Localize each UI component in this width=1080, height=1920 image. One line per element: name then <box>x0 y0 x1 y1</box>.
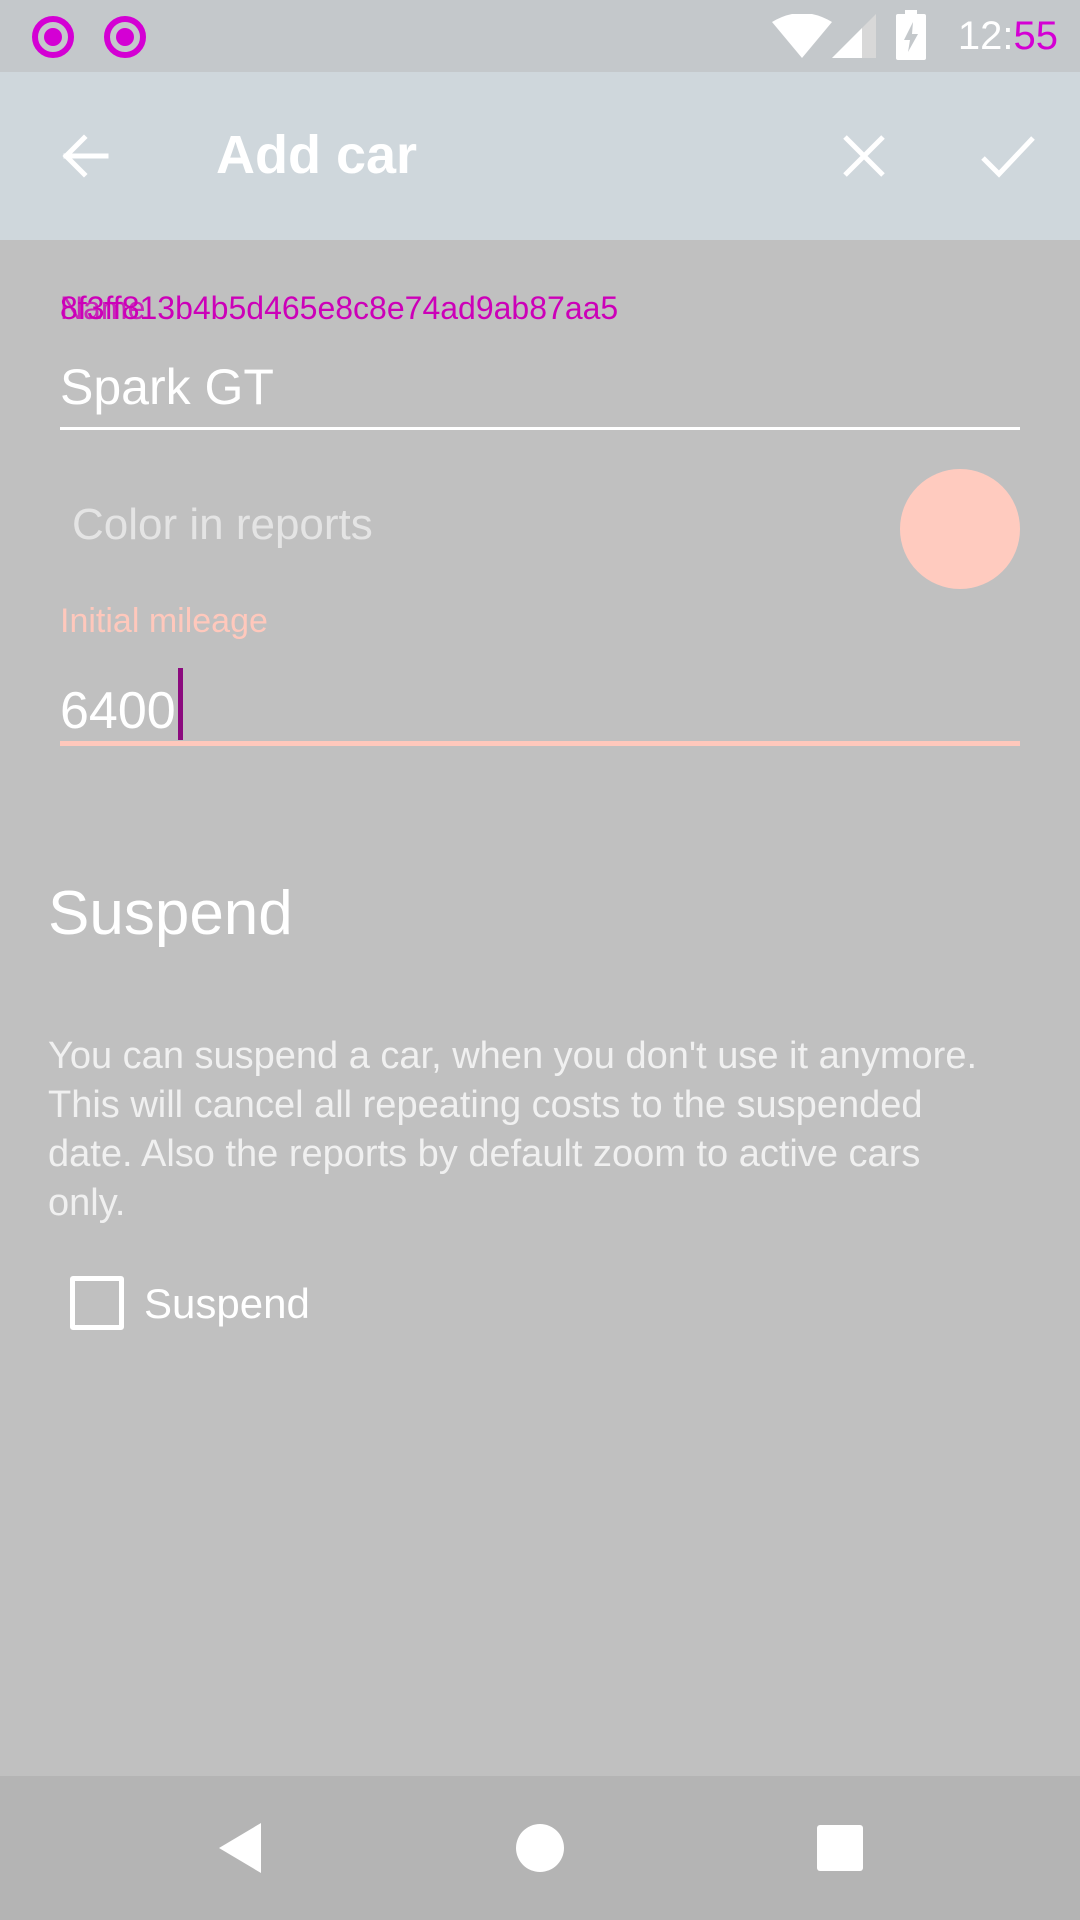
check-icon <box>981 136 1035 178</box>
suspend-description: You can suspend a car, when you don't us… <box>48 1035 978 1224</box>
name-field-label-group: 8f3ff813b4b5d465e8c8e74ad9ab87aa5 Name <box>60 290 618 327</box>
page-title: Add car <box>216 125 418 185</box>
screen: 12:55 Add car 8f3ff813b4b5d465e8c8e74ad9… <box>0 0 1080 1920</box>
clock-minutes: 55 <box>1013 14 1059 58</box>
initial-mileage-label: Initial mileage <box>60 602 268 640</box>
clock-hours: 12: <box>957 14 1014 58</box>
suspend-checkbox-label[interactable]: Suspend <box>144 1280 310 1328</box>
cancel-button[interactable] <box>814 106 914 206</box>
save-button[interactable] <box>958 106 1058 206</box>
suspend-section-title: Suspend <box>48 879 293 948</box>
app-bar: Add car <box>0 72 1080 240</box>
triangle-back-icon <box>219 1823 261 1873</box>
initial-mileage-value: 6400 <box>60 682 176 740</box>
wifi-icon <box>772 14 832 58</box>
initial-mileage-input[interactable]: 6400 <box>60 668 1020 746</box>
notification-icon <box>104 16 146 58</box>
suspend-checkbox[interactable] <box>70 1276 124 1330</box>
color-swatch[interactable] <box>900 469 1020 589</box>
close-icon <box>843 135 885 177</box>
text-cursor <box>177 668 183 740</box>
name-field-label: Name <box>60 290 146 326</box>
status-bar: 12:55 <box>0 0 1080 72</box>
arrow-left-icon <box>62 134 109 178</box>
nav-back-button[interactable] <box>190 1798 290 1898</box>
name-input[interactable]: Spark GT <box>60 358 1020 430</box>
square-recents-icon <box>817 1825 863 1871</box>
battery-charging-icon <box>896 10 926 60</box>
back-button[interactable] <box>34 106 134 206</box>
nav-home-button[interactable] <box>490 1798 590 1898</box>
status-clock: 12:55 <box>958 14 1058 59</box>
nav-recents-button[interactable] <box>790 1798 890 1898</box>
circle-home-icon <box>516 1824 564 1872</box>
navigation-bar <box>0 1776 1080 1920</box>
cell-signal-icon <box>832 14 876 58</box>
notification-icon <box>32 16 74 58</box>
color-in-reports-label[interactable]: Color in reports <box>72 500 373 550</box>
